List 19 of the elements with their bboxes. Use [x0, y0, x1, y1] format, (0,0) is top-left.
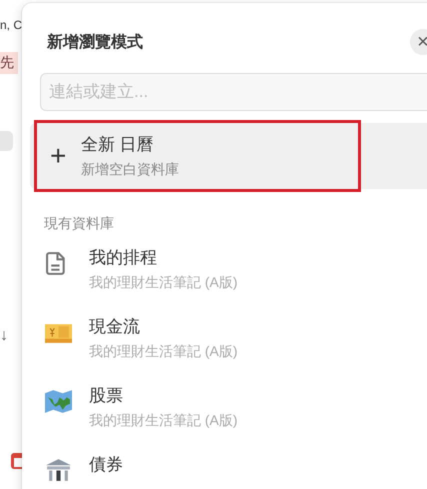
dialog-title: 新增瀏覽模式	[47, 32, 143, 52]
database-subtitle: 我的理財生活筆記 (A版)	[89, 273, 238, 292]
partial-text: n, C	[0, 18, 22, 32]
map-icon	[45, 389, 72, 414]
database-title: 股票	[89, 385, 124, 407]
bank-building-icon	[45, 458, 72, 483]
database-subtitle: 我的理財生活筆記 (A版)	[89, 411, 238, 430]
chip-shape	[0, 131, 13, 151]
sort-arrow-icon[interactable]: ↓	[0, 327, 8, 345]
database-title: 現金流	[89, 316, 141, 338]
tag: 先	[0, 52, 18, 74]
search-field[interactable]: 連結或建立...	[40, 73, 427, 111]
database-title: 我的排程	[89, 247, 158, 269]
database-subtitle: 我的理財生活筆記 (A版)	[89, 342, 238, 361]
option-title: 全新 日曆	[81, 134, 155, 156]
section-label: 現有資料庫	[44, 215, 115, 233]
plus-icon: +	[50, 142, 81, 170]
option-subtitle: 新增空白資料庫	[81, 160, 179, 178]
database-title: 債券	[89, 454, 123, 476]
